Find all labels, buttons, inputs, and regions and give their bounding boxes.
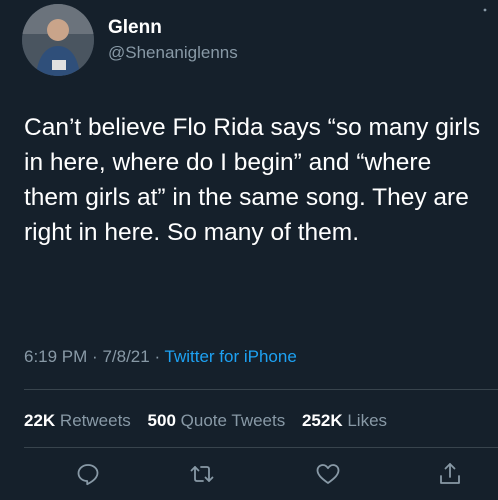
tweet-header: Glenn @Shenaniglenns xyxy=(22,4,492,78)
user-names: Glenn @Shenaniglenns xyxy=(108,17,238,63)
divider xyxy=(24,447,498,448)
more-options-icon[interactable] xyxy=(478,6,492,20)
tweet-text: Can’t believe Flo Rida says “so many gir… xyxy=(24,114,481,246)
display-name[interactable]: Glenn xyxy=(108,17,238,39)
quotes-stat[interactable]: 500 Quote Tweets xyxy=(148,411,286,430)
divider xyxy=(24,389,498,390)
retweets-label: Retweets xyxy=(59,411,131,430)
likes-count: 252K xyxy=(301,411,343,430)
like-icon[interactable] xyxy=(314,460,342,488)
retweets-count: 22K xyxy=(24,411,56,430)
retweet-icon[interactable] xyxy=(188,460,216,488)
likes-stat[interactable]: 252K Likes xyxy=(302,411,387,430)
tweet-time[interactable]: 6:19 PM xyxy=(24,347,87,366)
tweet-date[interactable]: 7/8/21 xyxy=(102,347,149,366)
tweet-actions xyxy=(0,456,498,496)
quotes-label: Quote Tweets xyxy=(180,411,286,430)
reply-icon[interactable] xyxy=(74,460,102,488)
tweet-stats: 22K Retweets 500 Quote Tweets 252K Likes xyxy=(24,411,399,431)
meta-separator: · xyxy=(154,347,165,366)
share-icon[interactable] xyxy=(436,460,464,488)
avatar[interactable] xyxy=(22,4,94,76)
user-handle[interactable]: @Shenaniglenns xyxy=(108,43,238,63)
tweet: Glenn @Shenaniglenns Can’t believe Flo R… xyxy=(0,0,498,500)
likes-label: Likes xyxy=(347,411,388,430)
retweets-stat[interactable]: 22K Retweets xyxy=(24,411,131,430)
quotes-count: 500 xyxy=(147,411,176,430)
meta-separator: · xyxy=(92,347,103,366)
tweet-meta: 6:19 PM · 7/8/21 · Twitter for iPhone xyxy=(24,347,297,367)
tweet-source[interactable]: Twitter for iPhone xyxy=(165,347,297,366)
